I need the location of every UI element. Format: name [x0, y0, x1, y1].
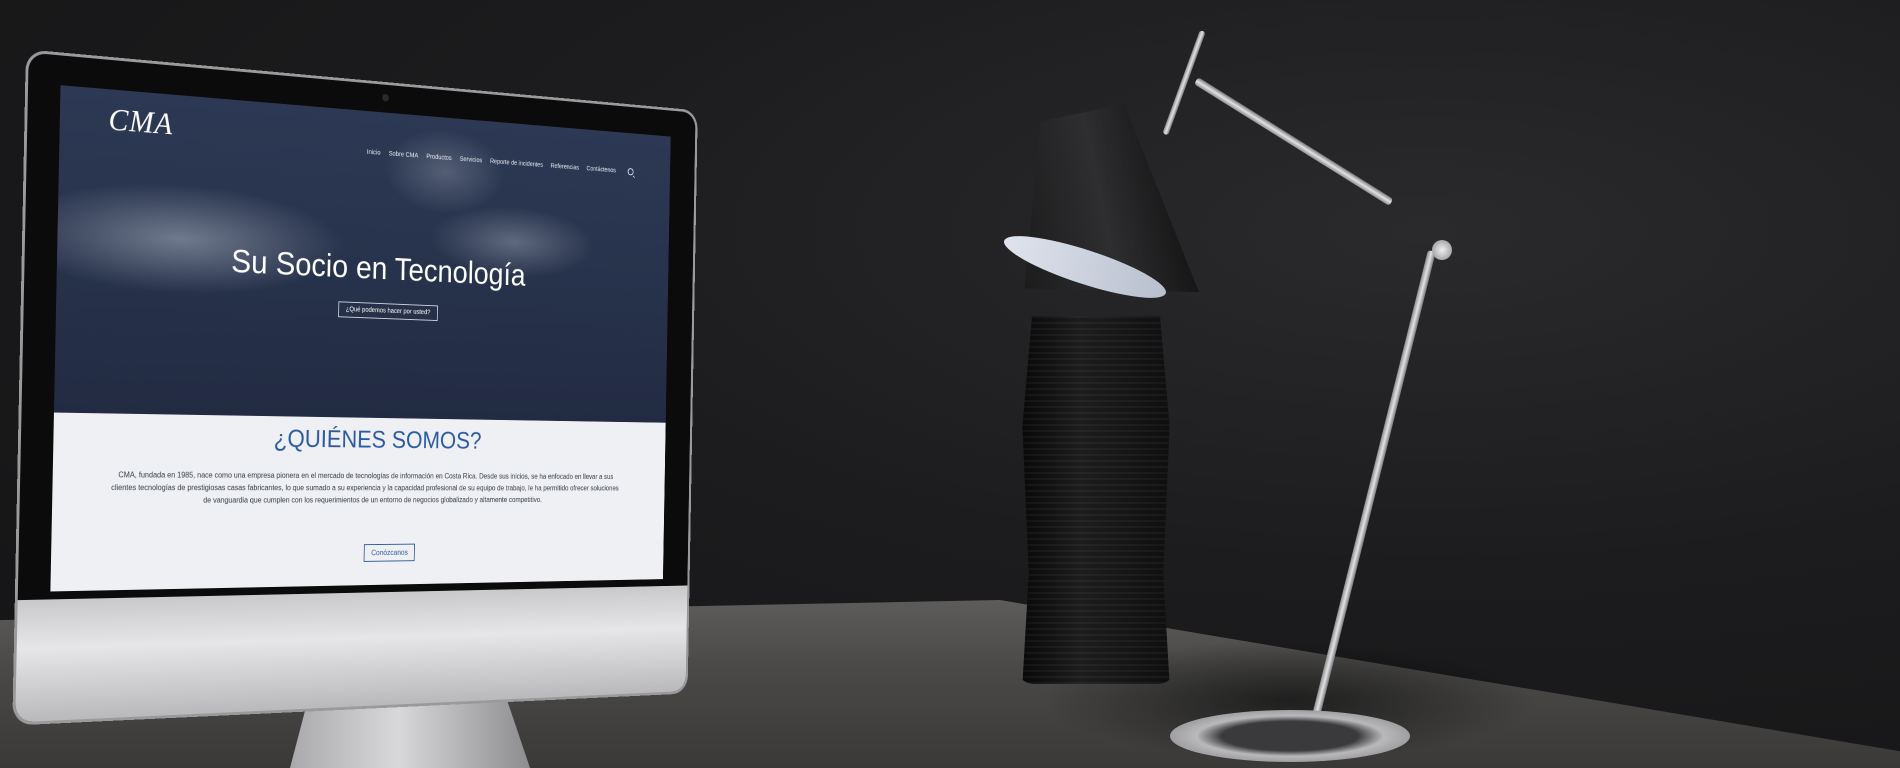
search-icon[interactable] — [627, 168, 634, 176]
hero-section: CMA Inicio Sobre CMA Productos Servicios… — [53, 85, 671, 423]
about-button[interactable]: Conózcanos — [363, 543, 416, 562]
nav-item-sobre-cma[interactable]: Sobre CMA — [389, 150, 419, 159]
hero-title: Su Socio en Tecnología — [230, 243, 526, 294]
imac-monitor: CMA Inicio Sobre CMA Productos Servicios… — [15, 52, 696, 723]
lamp-joint — [1432, 240, 1452, 260]
nav-item-inicio[interactable]: Inicio — [367, 149, 381, 157]
cma-logo[interactable]: CMA — [108, 101, 173, 142]
black-vase — [1022, 316, 1170, 684]
about-title: ¿QUIÉNES SOMOS? — [273, 423, 482, 455]
nav-item-referencias[interactable]: Referencias — [551, 163, 579, 171]
monitor-screen: CMA Inicio Sobre CMA Productos Servicios… — [50, 85, 671, 592]
about-section: ¿QUIÉNES SOMOS? CMA, fundada en 1985, na… — [50, 412, 666, 592]
hero-cta-button[interactable]: ¿Qué podemos hacer por usted? — [338, 301, 438, 322]
lamp-base — [1170, 710, 1410, 762]
nav-item-contactenos[interactable]: Contáctenos — [586, 165, 615, 173]
nav-item-productos[interactable]: Productos — [426, 153, 451, 161]
camera-icon — [382, 93, 389, 102]
about-text: CMA, fundada en 1985, nace como una empr… — [111, 470, 619, 505]
nav-item-reporte[interactable]: Reporte de incidentes — [490, 158, 543, 168]
nav-item-servicios[interactable]: Servicios — [460, 156, 483, 164]
main-nav: Inicio Sobre CMA Productos Servicios Rep… — [367, 148, 634, 176]
